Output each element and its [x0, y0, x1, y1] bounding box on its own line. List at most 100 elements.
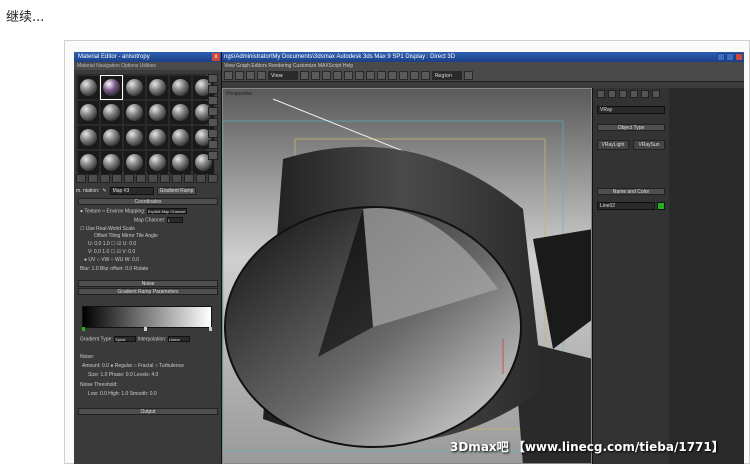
- sample-slot[interactable]: [101, 151, 122, 174]
- gradient-ramp-rollout[interactable]: Gradient Ramp Parameters: [78, 288, 218, 295]
- video-check-icon[interactable]: [208, 118, 218, 127]
- show-end-result-icon[interactable]: [184, 174, 194, 183]
- vraylight-button[interactable]: VRayLight: [597, 140, 629, 150]
- blur-row[interactable]: Blur: 1.0 Blur offset: 0.0 Rotate: [80, 266, 148, 272]
- render-setup-icon[interactable]: [421, 71, 430, 80]
- region-dropdown[interactable]: Region: [432, 71, 462, 80]
- map-type-button[interactable]: Gradient Ramp: [156, 187, 197, 195]
- mirror-icon[interactable]: [355, 71, 364, 80]
- sample-slot[interactable]: [170, 151, 191, 174]
- close-icon[interactable]: x: [212, 53, 220, 61]
- curve-editor-icon[interactable]: [388, 71, 397, 80]
- sample-slot[interactable]: [170, 126, 191, 149]
- motion-tab-icon[interactable]: [630, 90, 638, 98]
- minimize-icon[interactable]: [717, 53, 725, 61]
- object-type-rollout[interactable]: Object Type: [597, 124, 665, 131]
- copy-material-icon[interactable]: [124, 174, 134, 183]
- object-color-swatch[interactable]: [657, 202, 665, 210]
- sample-slot[interactable]: [78, 101, 99, 124]
- object-name-field[interactable]: Line02: [597, 202, 655, 210]
- max-title-bar[interactable]: ngs\Administrator\My Documents\3dsmax Au…: [222, 52, 744, 62]
- select-by-material-icon[interactable]: [208, 151, 218, 160]
- layer-icon[interactable]: [377, 71, 386, 80]
- v-row[interactable]: V: 0.0 1.0 ☐ ☑ V: 0.0: [88, 249, 135, 255]
- mapping-dropdown[interactable]: Explicit Map Channel: [146, 208, 187, 214]
- options-icon[interactable]: [208, 140, 218, 149]
- renderer-category-dropdown[interactable]: VRay: [597, 106, 665, 114]
- perspective-viewport[interactable]: Perspective: [222, 88, 592, 464]
- snap-icon[interactable]: [311, 71, 320, 80]
- reset-map-icon[interactable]: [112, 174, 122, 183]
- show-map-in-viewport-icon[interactable]: [172, 174, 182, 183]
- assign-material-icon[interactable]: [100, 174, 110, 183]
- hierarchy-tab-icon[interactable]: [619, 90, 627, 98]
- sample-slot[interactable]: [170, 76, 191, 99]
- sample-slot[interactable]: [147, 126, 168, 149]
- get-material-icon[interactable]: [76, 174, 86, 183]
- material-effects-channel-icon[interactable]: [160, 174, 170, 183]
- sample-slot[interactable]: [170, 101, 191, 124]
- name-color-rollout[interactable]: Name and Color: [597, 188, 665, 195]
- ramp-flag-start[interactable]: [82, 327, 85, 331]
- go-forward-sibling-icon[interactable]: [208, 174, 218, 183]
- scale-icon[interactable]: [257, 71, 266, 80]
- undo-icon[interactable]: [224, 71, 233, 80]
- material-editor-title-bar[interactable]: Material Editor - anisotropy x: [74, 52, 221, 62]
- sample-type-icon[interactable]: [208, 74, 218, 83]
- vraysun-button[interactable]: VRaySun: [633, 140, 665, 150]
- u-row[interactable]: U: 0.0 1.0 ☐ ☑ U: 0.0: [88, 241, 136, 247]
- utilities-tab-icon[interactable]: [652, 90, 660, 98]
- uv-tiling-icon[interactable]: [208, 107, 218, 116]
- close-icon[interactable]: [735, 53, 743, 61]
- sample-slot[interactable]: [101, 101, 122, 124]
- background-icon[interactable]: [208, 96, 218, 105]
- rotate-icon[interactable]: [246, 71, 255, 80]
- map-name-field[interactable]: Map #3: [109, 187, 154, 195]
- put-to-library-icon[interactable]: [148, 174, 158, 183]
- quick-render-icon[interactable]: [464, 71, 473, 80]
- ramp-flag-end[interactable]: [209, 327, 212, 331]
- modify-tab-icon[interactable]: [608, 90, 616, 98]
- make-preview-icon[interactable]: [208, 129, 218, 138]
- angle-snap-icon[interactable]: [322, 71, 331, 80]
- backlight-icon[interactable]: [208, 85, 218, 94]
- noise-size-row[interactable]: Size: 1.0 Phase: 0.0 Levels: 4.0: [88, 372, 158, 378]
- align-icon[interactable]: [366, 71, 375, 80]
- pivot-icon[interactable]: [300, 71, 309, 80]
- put-to-scene-icon[interactable]: [88, 174, 98, 183]
- create-tab-icon[interactable]: [597, 90, 605, 98]
- percent-snap-icon[interactable]: [333, 71, 342, 80]
- sample-slot[interactable]: [101, 126, 122, 149]
- sample-slot[interactable]: [124, 101, 145, 124]
- schematic-icon[interactable]: [399, 71, 408, 80]
- sample-slot[interactable]: [78, 151, 99, 174]
- sample-slot[interactable]: [78, 76, 99, 99]
- realworld-checkbox[interactable]: ☐ Use Real-World Scale: [80, 226, 135, 232]
- noise-rollout[interactable]: Noise: [78, 280, 218, 287]
- sample-slot[interactable]: [147, 151, 168, 174]
- noise-threshold-row[interactable]: Low: 0.0 High: 1.0 Smooth: 0.0: [88, 391, 157, 397]
- eyedropper-icon[interactable]: ✎: [102, 188, 106, 194]
- noise-amount-row[interactable]: Amount: 0.0 ● Regular ○ Fractal ○ Turbul…: [82, 363, 184, 369]
- ramp-flag-mid[interactable]: [144, 327, 147, 331]
- sample-slot[interactable]: [147, 101, 168, 124]
- sample-slot-active[interactable]: [100, 75, 123, 100]
- display-tab-icon[interactable]: [641, 90, 649, 98]
- sample-slot[interactable]: [124, 126, 145, 149]
- go-to-parent-icon[interactable]: [196, 174, 206, 183]
- make-unique-icon[interactable]: [136, 174, 146, 183]
- view-dropdown[interactable]: View: [268, 71, 298, 80]
- gradient-ramp-bar[interactable]: [82, 306, 212, 328]
- sample-slot[interactable]: [124, 76, 145, 99]
- uv-row[interactable]: ● UV ○ VW ○ WU W: 0.0: [84, 257, 139, 263]
- interpolation-dropdown[interactable]: Linear: [167, 336, 190, 342]
- maximize-icon[interactable]: [726, 53, 734, 61]
- output-rollout[interactable]: Output: [78, 408, 218, 415]
- material-editor-menu[interactable]: Material Navigation Options Utilities: [74, 62, 221, 70]
- map-channel-field[interactable]: 1: [166, 217, 183, 223]
- gradient-type-dropdown[interactable]: Spiral: [114, 336, 137, 342]
- coordinates-rollout[interactable]: Coordinates: [78, 198, 218, 205]
- sample-slot[interactable]: [147, 76, 168, 99]
- move-icon[interactable]: [235, 71, 244, 80]
- spinner-snap-icon[interactable]: [344, 71, 353, 80]
